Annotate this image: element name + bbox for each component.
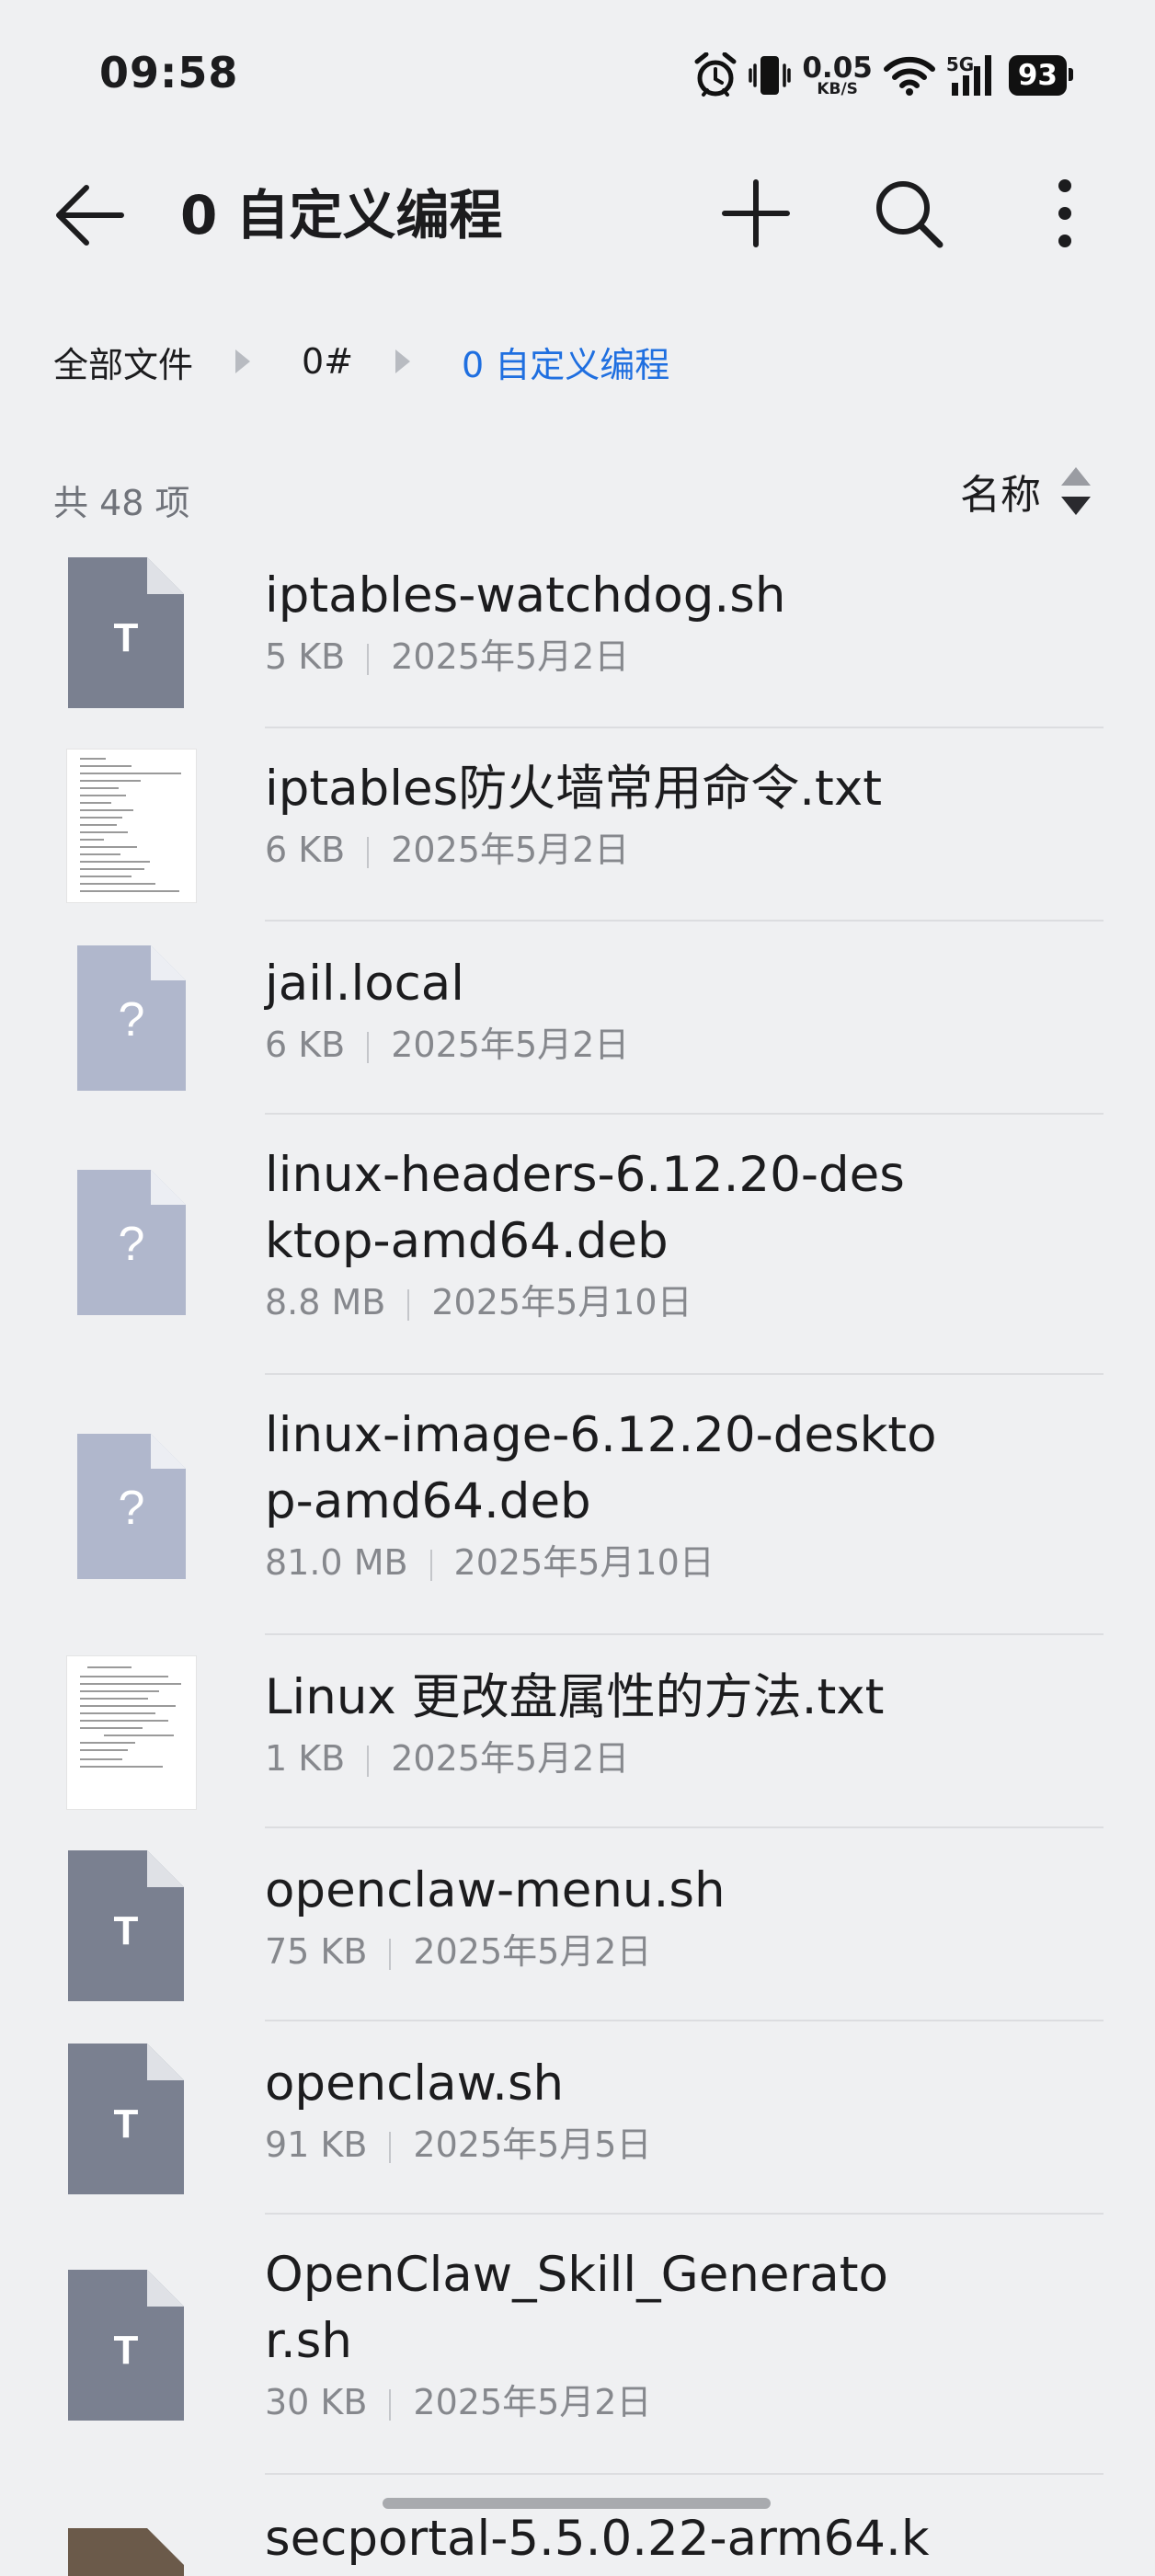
breadcrumb-item-current[interactable]: 0 自定义编程: [462, 337, 669, 387]
package-file-icon: [68, 2528, 184, 2576]
text-file-icon: T: [68, 2044, 184, 2194]
file-date: 2025年5月2日: [391, 1738, 630, 1779]
file-size: 30 KB: [265, 2382, 368, 2422]
search-button[interactable]: [870, 175, 947, 252]
file-name: iptables防火墙常用命令.txt: [265, 761, 882, 817]
chevron-right-icon: [235, 349, 251, 373]
more-options-button[interactable]: [1026, 175, 1104, 252]
file-row[interactable]: T openclaw.sh 91 KB 2025年5月5日: [0, 2021, 1155, 2215]
file-row[interactable]: T iptables-watchdog.sh 5 KB 2025年5月2日: [0, 533, 1155, 728]
file-size: 75 KB: [265, 1931, 368, 1972]
file-name: jail.local: [265, 956, 464, 1012]
svg-text:?: ?: [119, 993, 145, 1047]
file-size: 6 KB: [265, 1025, 346, 1065]
unknown-file-icon: ?: [77, 1170, 186, 1315]
breadcrumb: 全部文件 0# 0 自定义编程: [53, 329, 669, 394]
file-row[interactable]: ? linux-image-6.12.20-desktop-amd64.deb …: [0, 1375, 1155, 1635]
app-toolbar: 0 自定义编程: [0, 156, 1155, 270]
alarm-icon: [694, 52, 737, 97]
file-date: 2025年5月2日: [391, 830, 630, 870]
text-file-icon: T: [68, 557, 184, 708]
document-thumbnail: [66, 1655, 197, 1810]
file-meta: 30 KB 2025年5月2日: [265, 2376, 916, 2428]
breadcrumb-item-folder[interactable]: 0#: [302, 341, 353, 382]
battery-icon: 93: [1008, 55, 1074, 96]
back-button[interactable]: [46, 178, 134, 252]
file-name: iptables-watchdog.sh: [265, 567, 786, 624]
file-meta: 8.8 MB 2025年5月10日: [265, 1277, 925, 1328]
file-row[interactable]: secportal-5.5.0.22-arm64.k: [0, 2475, 1155, 2576]
file-name: linux-headers-6.12.20-desktop-amd64.deb: [265, 1147, 905, 1269]
file-meta: 1 KB 2025年5月2日: [265, 1733, 1100, 1784]
file-row[interactable]: Linux 更改盘属性的方法.txt 1 KB 2025年5月2日: [0, 1635, 1155, 1828]
file-date: 2025年5月10日: [453, 1542, 715, 1583]
net-speed: 0.05 KB/S: [802, 51, 873, 98]
text-file-icon: T: [68, 2270, 184, 2421]
file-row[interactable]: ? linux-headers-6.12.20-desktop-amd64.de…: [0, 1115, 1155, 1375]
more-vertical-icon: [1058, 179, 1071, 247]
file-meta: 91 KB 2025年5月5日: [265, 2119, 1100, 2170]
signal-icon: 5G: [946, 53, 998, 97]
vibrate-icon: [749, 56, 792, 95]
file-size: 5 KB: [265, 636, 346, 677]
chevron-right-icon: [395, 349, 411, 373]
svg-text:T: T: [114, 2328, 139, 2373]
sort-button[interactable]: 名称: [960, 462, 1091, 521]
file-meta: 75 KB 2025年5月2日: [265, 1926, 1100, 1977]
file-meta: 6 KB 2025年5月2日: [265, 1019, 1100, 1070]
svg-text:?: ?: [119, 1218, 145, 1271]
svg-text:T: T: [114, 2101, 139, 2147]
item-count: 共 48 项: [53, 483, 190, 523]
file-size: 6 KB: [265, 830, 346, 870]
plus-icon: [722, 179, 790, 247]
text-file-icon: T: [68, 1850, 184, 2001]
file-size: 8.8 MB: [265, 1282, 386, 1322]
file-row[interactable]: ? jail.local 6 KB 2025年5月2日: [0, 922, 1155, 1115]
file-size: 91 KB: [265, 2124, 368, 2165]
file-name: openclaw-menu.sh: [265, 1862, 726, 1918]
file-date: 2025年5月10日: [431, 1282, 692, 1322]
add-button[interactable]: [717, 175, 795, 252]
file-row[interactable]: T OpenClaw_Skill_Generator.sh 30 KB 2025年…: [0, 2215, 1155, 2475]
svg-text:?: ?: [119, 1482, 145, 1535]
file-meta: 6 KB 2025年5月2日: [265, 824, 1100, 876]
file-size: 1 KB: [265, 1738, 346, 1779]
status-time: 09:58: [99, 48, 239, 97]
page-title: 0 自定义编程: [180, 184, 503, 246]
sort-icon: [1061, 465, 1091, 517]
file-name: openclaw.sh: [265, 2055, 565, 2112]
unknown-file-icon: ?: [77, 1434, 186, 1579]
home-indicator[interactable]: [383, 2498, 771, 2509]
file-name: linux-image-6.12.20-desktop-amd64.deb: [265, 1407, 937, 1529]
unknown-file-icon: ?: [77, 945, 186, 1091]
document-thumbnail: [66, 749, 197, 903]
status-icons: 0.05 KB/S 5G 93: [693, 50, 1078, 101]
file-size: 81.0 MB: [265, 1542, 408, 1583]
file-name: Linux 更改盘属性的方法.txt: [265, 1669, 885, 1725]
file-date: 2025年5月5日: [413, 2124, 652, 2165]
breadcrumb-item-all-files[interactable]: 全部文件: [53, 337, 193, 387]
file-meta: 5 KB 2025年5月2日: [265, 631, 1100, 682]
file-date: 2025年5月2日: [413, 2382, 652, 2422]
file-meta: 81.0 MB 2025年5月10日: [265, 1537, 938, 1588]
svg-text:T: T: [114, 615, 139, 660]
file-row[interactable]: T openclaw-menu.sh 75 KB 2025年5月2日: [0, 1828, 1155, 2021]
status-bar: 09:58 0.05 KB/S 5G 93: [0, 0, 1155, 147]
file-name: secportal-5.5.0.22-arm64.k: [265, 2511, 930, 2567]
svg-text:T: T: [114, 1908, 139, 1953]
sort-label: 名称: [960, 472, 1041, 519]
search-icon: [876, 181, 943, 248]
file-date: 2025年5月2日: [391, 636, 630, 677]
file-list: T iptables-watchdog.sh 5 KB 2025年5月2日 ipt…: [0, 533, 1155, 2576]
back-arrow-icon: [56, 185, 124, 246]
file-date: 2025年5月2日: [391, 1025, 630, 1065]
file-row[interactable]: iptables防火墙常用命令.txt 6 KB 2025年5月2日: [0, 728, 1155, 922]
file-date: 2025年5月2日: [413, 1931, 652, 1972]
file-name: OpenClaw_Skill_Generator.sh: [265, 2247, 888, 2369]
wifi-icon: [883, 56, 935, 96]
